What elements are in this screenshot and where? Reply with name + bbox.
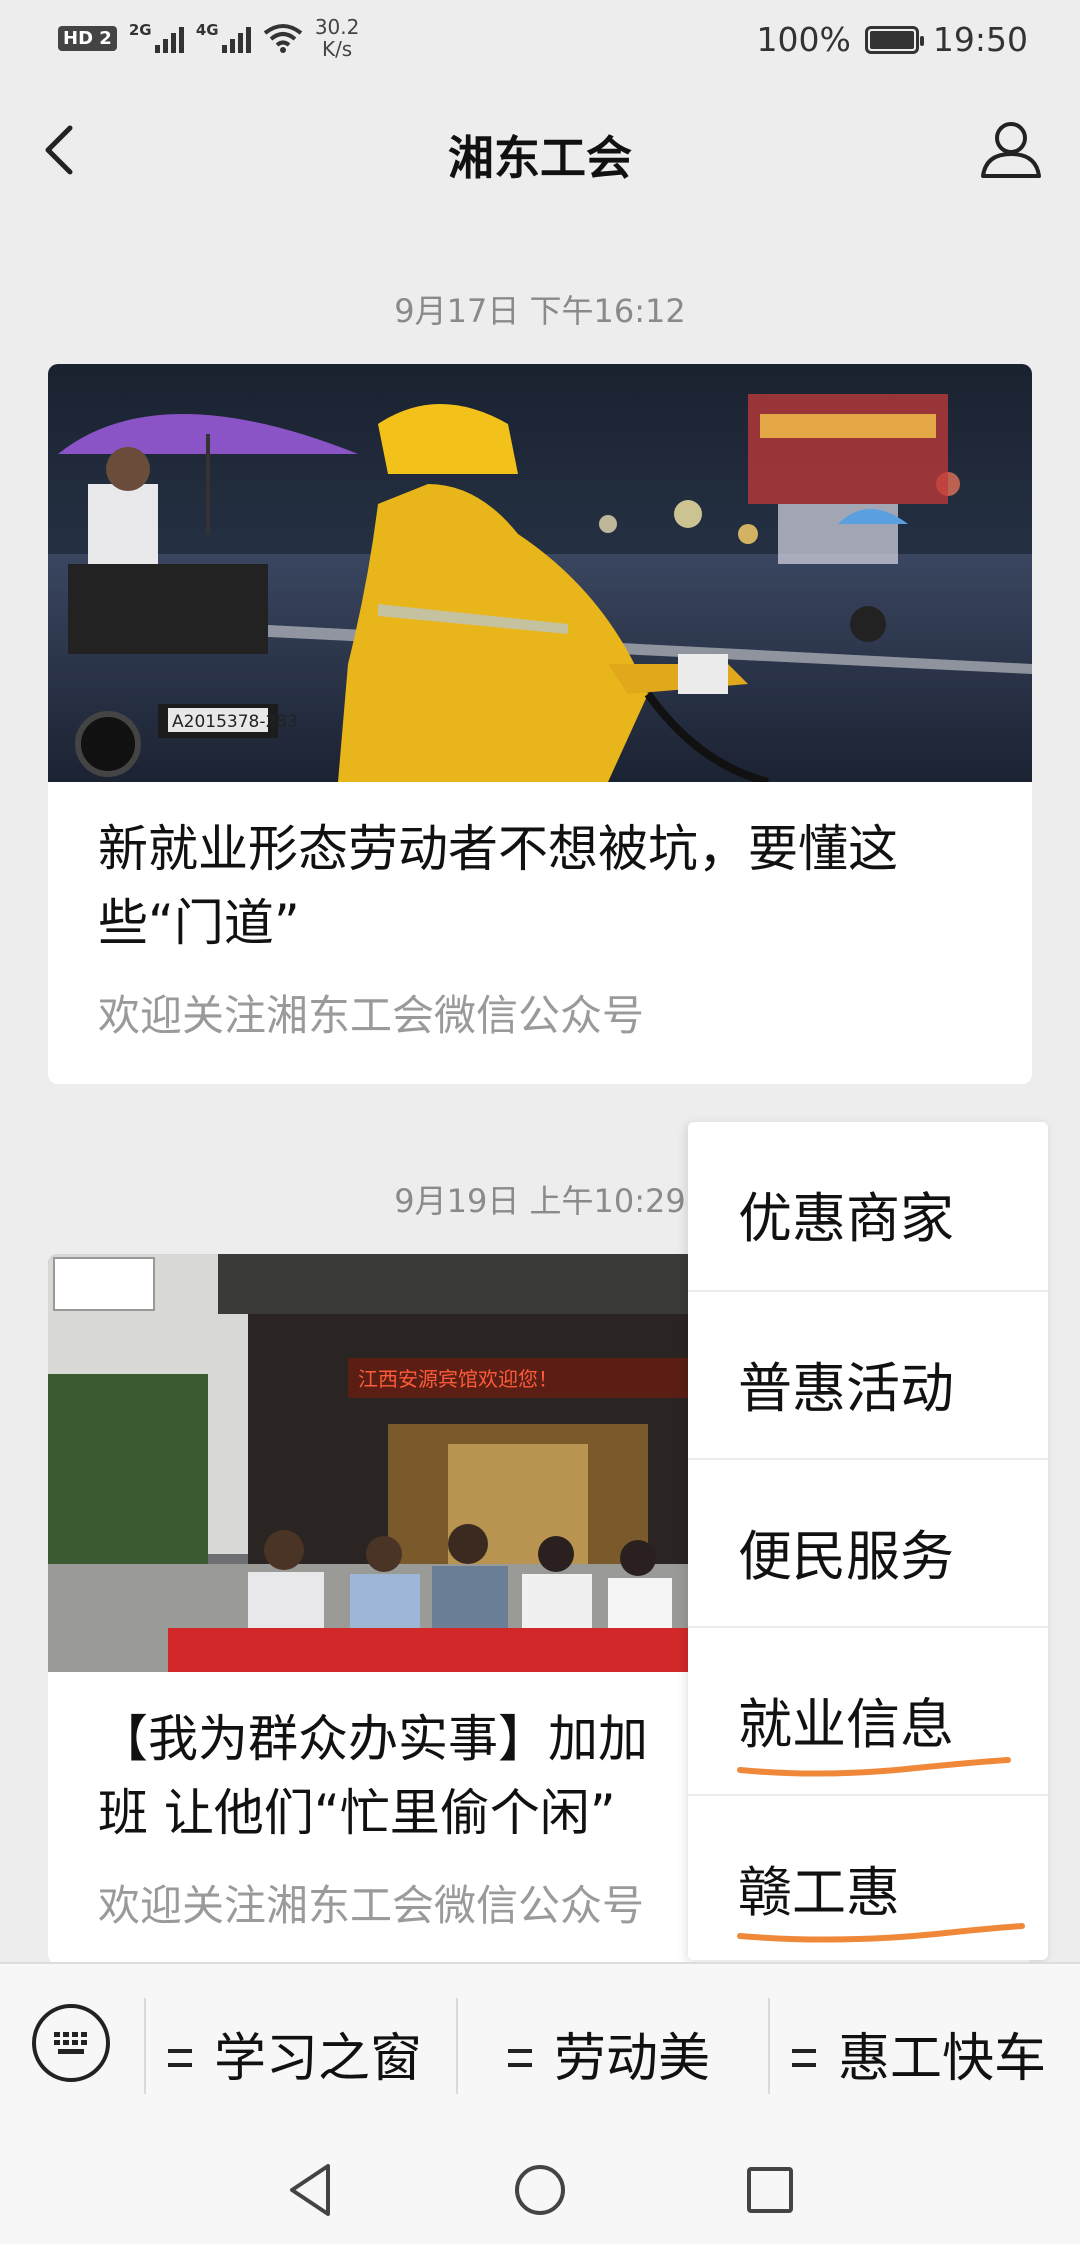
hand-drawn-underline [737, 1923, 1025, 1943]
wifi-icon [263, 24, 303, 53]
nav-home-circle-icon[interactable] [512, 2160, 568, 2220]
network-b-label: 4G [195, 21, 219, 39]
submenu-popup: 优惠商家 普惠活动 便民服务 就业信息 赣工惠 [688, 1122, 1048, 1960]
submenu-item-youhui-shangjia[interactable]: 优惠商家 [688, 1122, 1048, 1290]
clock-time: 19:50 [932, 20, 1028, 59]
article-subtitle: 欢迎关注湘东工会微信公众号 [98, 991, 645, 1040]
signal-icon-2g: 2G [128, 21, 184, 53]
battery-fill [869, 30, 914, 49]
submenu-item-label: 赣工惠 [738, 1861, 900, 1924]
submenu-item-label: 普惠活动 [738, 1357, 954, 1420]
title-bar: 湘东工会 [0, 96, 1080, 206]
keyboard-icon[interactable] [32, 2004, 110, 2082]
submenu-item-label: 便民服务 [738, 1525, 954, 1588]
signal-icon-4g: 4G [195, 21, 251, 53]
page-title: 湘东工会 [448, 131, 632, 185]
menu-laodong-mei[interactable]: 劳动美 [508, 2016, 710, 2091]
license-plate-text: A2015378-283 [172, 712, 298, 732]
menu-item-label: 劳动美 [554, 2029, 711, 2089]
submenu-item-bianmin-fuwu[interactable]: 便民服务 [688, 1458, 1048, 1628]
status-bar: HD 2 2G 4G 30.2 K/s 100% 19:50 [0, 0, 1080, 84]
submenu-item-puhui-huodong[interactable]: 普惠活动 [688, 1290, 1048, 1460]
menu-item-label: 惠工快车 [838, 2029, 1047, 2089]
network-speed: 30.2 K/s [315, 16, 360, 60]
article-photo: A2015378-283 [48, 364, 1032, 782]
menu-lines-icon [792, 2049, 816, 2067]
article-card[interactable]: A2015378-283 新就业形态劳动者不想被坑，要懂这些“门道” 欢迎关注湘… [48, 364, 1032, 1084]
hd-badge: HD 2 [58, 25, 117, 51]
banner-text: 江西安源宾馆欢迎您！ [358, 1367, 558, 1391]
speed-value: 30.2 [314, 15, 360, 39]
sim-number: 2 [99, 27, 112, 49]
submenu-item-jiuye-xinxi[interactable]: 就业信息 [688, 1626, 1048, 1796]
status-left: HD 2 2G 4G 30.2 K/s [58, 16, 359, 60]
article-subtitle: 欢迎关注湘东工会微信公众号 [98, 1881, 645, 1930]
menu-divider [768, 1998, 770, 2094]
battery-icon [864, 25, 924, 54]
person-icon[interactable] [978, 116, 1044, 182]
speed-unit: K/s [321, 37, 353, 61]
article-title: 新就业形态劳动者不想被坑，要懂这些“门道” [98, 820, 898, 952]
hand-drawn-underline [737, 1757, 1011, 1777]
submenu-item-label: 就业信息 [738, 1693, 954, 1756]
article-title: 【我为群众办实事】加加班 让他们“忙里偷个闲” [98, 1710, 648, 1842]
keyboard-glyph [54, 2032, 87, 2054]
battery-percent: 100% [756, 20, 851, 59]
submenu-item-gan-gonghui[interactable]: 赣工惠 [688, 1794, 1048, 1964]
timestamp: 9月17日 下午16:12 [394, 292, 686, 330]
status-right: 100% 19:50 [757, 20, 1028, 59]
hd-label: HD [63, 27, 94, 49]
menu-item-label: 学习之窗 [214, 2029, 423, 2089]
nav-back-triangle-icon[interactable] [284, 2160, 338, 2220]
menu-divider [144, 1998, 146, 2094]
system-nav-bar [0, 2140, 1080, 2244]
bottom-menu-bar: 学习之窗 劳动美 惠工快车 [0, 1962, 1080, 2140]
menu-xuexi-zhichuang[interactable]: 学习之窗 [168, 2016, 422, 2091]
menu-lines-icon [168, 2049, 192, 2067]
network-a-label: 2G [128, 21, 152, 39]
menu-divider [456, 1998, 458, 2094]
submenu-item-label: 优惠商家 [738, 1187, 954, 1250]
menu-huigong-kuaiche[interactable]: 惠工快车 [792, 2016, 1046, 2091]
nav-recents-square-icon[interactable] [742, 2160, 798, 2220]
menu-lines-icon [508, 2049, 532, 2067]
